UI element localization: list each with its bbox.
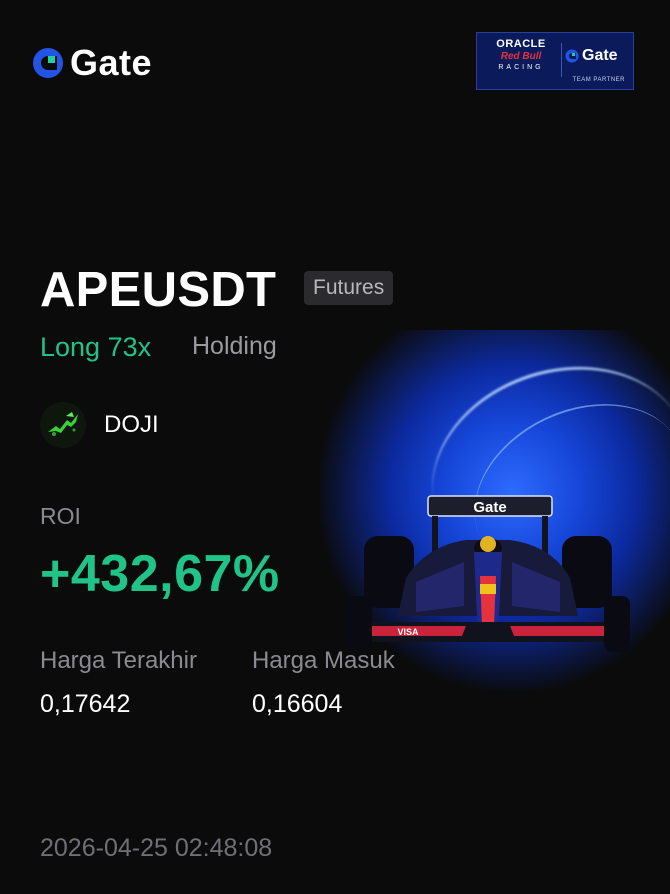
partner-line-racing: RACING	[498, 64, 544, 71]
gate-logo-icon	[565, 49, 579, 63]
roi-label: ROI	[40, 503, 81, 529]
f1-race-car-image: Gate VISA	[346, 495, 630, 652]
partner-brand-name: Gate	[582, 47, 618, 64]
team-partner-badge: ORACLE Red Bull RACING Gate TEAM PARTNER	[476, 32, 634, 90]
share-timestamp: 2026-04-25 02:48:08	[40, 834, 273, 862]
redbull-racing-logo: ORACLE Red Bull RACING	[483, 38, 559, 72]
last-price-label: Harga Terakhir	[40, 647, 197, 674]
roi-value: +432,67%	[40, 545, 280, 603]
partner-tagline: TEAM PARTNER	[572, 77, 625, 83]
last-price-value: 0,17642	[40, 690, 131, 718]
gate-logo: Gate	[32, 42, 153, 83]
trading-pair: APEUSDT	[40, 263, 277, 317]
partner-line-oracle: ORACLE	[496, 38, 546, 50]
position-direction: Long 73x	[40, 332, 152, 362]
partner-line-redbull: Red Bull	[500, 51, 542, 62]
share-card: Gate ORACLE Red Bull RACING Gate TEAM PA…	[0, 0, 670, 894]
svg-text:VISA: VISA	[397, 627, 419, 637]
partner-gate-logo: Gate	[565, 47, 618, 65]
partner-divider	[561, 43, 562, 77]
svg-text:Gate: Gate	[473, 499, 506, 516]
bull-avatar-icon	[40, 402, 86, 448]
username: DOJI	[104, 411, 159, 438]
position-status: Holding	[192, 332, 277, 360]
entry-price-value: 0,16604	[252, 690, 343, 718]
gate-logo-icon	[33, 48, 63, 78]
market-type-badge: Futures	[304, 271, 394, 305]
brand-name: Gate	[70, 42, 153, 83]
